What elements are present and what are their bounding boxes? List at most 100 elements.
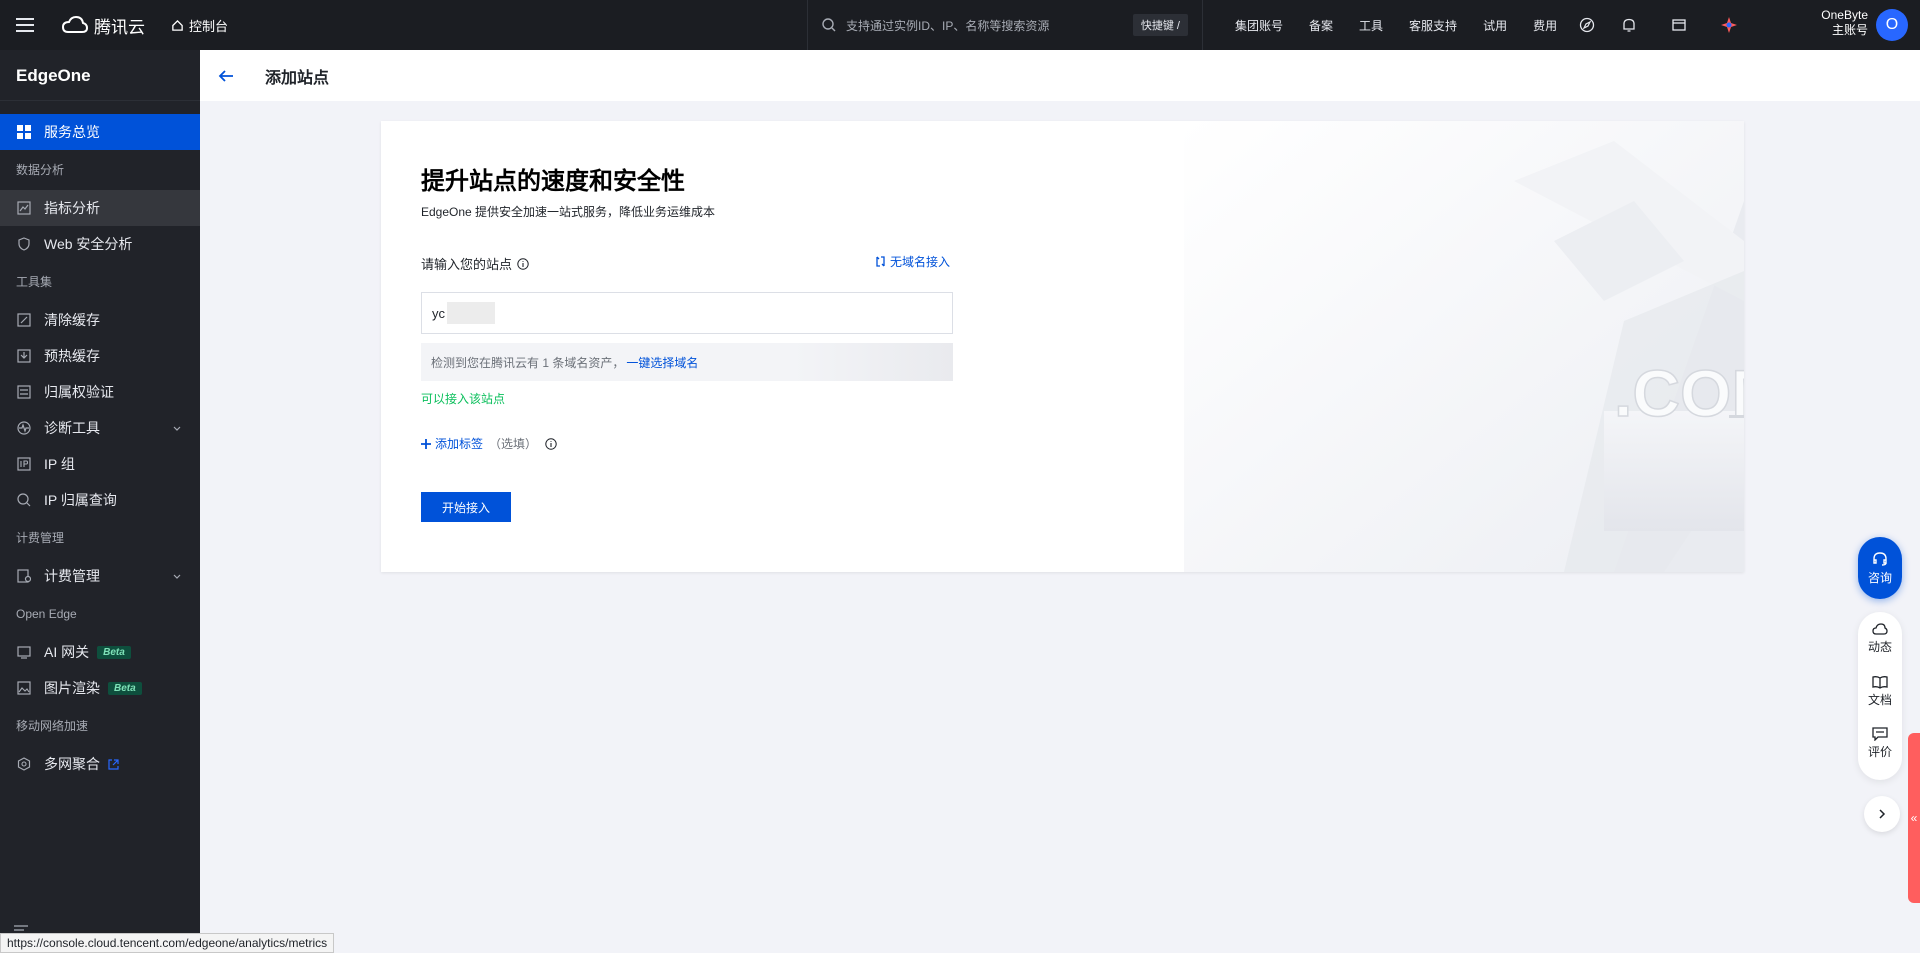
account-role: 主账号 [1831,23,1868,37]
sidebar-item-web-security[interactable]: Web 安全分析 [0,226,200,262]
sidebar-item-label: 归属权验证 [44,384,114,400]
nav-beian[interactable]: 备案 [1296,17,1346,34]
no-domain-label: 无域名接入 [890,255,951,269]
optional-label: （选填） [489,437,538,451]
consult-button[interactable]: 咨询 [1858,537,1902,599]
chart-icon [16,200,32,216]
chevron-down-icon [172,569,182,585]
shield-icon [16,236,32,252]
sidebar-item-multi-net[interactable]: 多网聚合 [0,746,200,782]
chevron-down-icon [172,421,182,437]
docs-label: 文档 [1867,692,1892,707]
add-tag-button[interactable]: 添加标签 [421,435,483,452]
global-search[interactable]: 支持通过实例ID、IP、名称等搜索资源 快捷键 / [807,0,1202,50]
news-label: 动态 [1867,640,1892,654]
add-tag-label: 添加标签 [435,437,484,451]
add-site-card: .COM 提升站点的速度和安全性 EdgeOne 提供安全加速一站式服务，降低业… [381,121,1744,572]
billing-icon [16,568,32,584]
ai-assistant-icon[interactable] [1704,16,1754,34]
sidebar-item-label: IP 组 [44,456,75,472]
domain-asset-hint: 检测到您在腾讯云有 1 条域名资产， 一键选择域名 [421,343,953,381]
feedback-icon [1872,727,1888,742]
purge-icon [16,312,32,328]
page-header: 添加站点 [200,50,1920,101]
sidebar-group-billing: 计费管理 [16,531,65,545]
nav-trial[interactable]: 试用 [1470,17,1520,34]
shortcut-badge: 快捷键 / [1132,14,1188,36]
sidebar-group-analysis: 数据分析 [16,163,65,177]
brand-name: 腾讯云 [94,17,145,37]
sidebar-item-label: 指标分析 [44,200,100,216]
site-input[interactable]: yc [421,292,953,334]
info-icon[interactable] [517,257,529,270]
sidebar-item-purge[interactable]: 清除缓存 [0,302,200,338]
sidebar-item-ip-lookup[interactable]: IP 归属查询 [0,482,200,518]
sidebar-item-overview[interactable]: 服务总览 [0,114,200,150]
cloud-icon [1872,622,1888,636]
download-icon [16,348,32,364]
news-button[interactable]: 动态 [1868,622,1892,675]
home-icon [172,19,183,31]
bell-icon[interactable] [1604,17,1654,33]
select-domain-link[interactable]: 一键选择域名 [626,354,698,371]
sidebar-item-image-render[interactable]: 图片渲染 Beta [0,670,200,706]
tag-row: 添加标签 （选填） [421,435,557,452]
pulse-icon [16,420,32,436]
nav-billing[interactable]: 费用 [1520,17,1570,34]
sidebar-item-prefetch[interactable]: 预热缓存 [0,338,200,374]
back-arrow-icon[interactable] [218,69,240,83]
sidebar-item-ip-group[interactable]: IP 组 [0,446,200,482]
console-link[interactable]: 控制台 [171,16,228,35]
nav-group-account[interactable]: 集团账号 [1203,17,1296,34]
decorative-illustration: .COM [1184,121,1744,572]
search-icon [16,492,32,508]
status-bar-url: https://console.cloud.tencent.com/edgeon… [0,933,335,953]
book-icon [1872,675,1888,689]
compass-icon[interactable] [1570,17,1604,33]
sidebar-item-billing[interactable]: 计费管理 [0,558,200,594]
avatar[interactable]: O [1876,9,1908,41]
tencent-cloud-logo[interactable]: 腾讯云 [62,13,145,38]
top-nav: 集团账号 备案 工具 客服支持 试用 费用 [1202,0,1754,50]
search-placeholder: 支持通过实例ID、IP、名称等搜索资源 [846,18,1050,33]
sidebar-item-label: IP 归属查询 [44,492,117,508]
sidebar-group-mobile: 移动网络加速 [16,719,89,733]
validation-success: 可以接入该站点 [421,392,506,406]
product-title: EdgeOne [0,50,200,101]
chevron-right-icon[interactable] [1864,796,1900,832]
switch-icon [875,256,886,267]
sidebar-item-label: 服务总览 [44,124,100,140]
nav-support[interactable]: 客服支持 [1396,17,1470,34]
nav-tools[interactable]: 工具 [1346,17,1396,34]
double-chevron-left-icon: « [1910,811,1918,825]
sidebar-item-label: 多网聚合 [44,756,100,772]
sidebar-item-label: 计费管理 [44,568,100,584]
redacted-mask [447,302,495,324]
sidebar-item-ai-gateway[interactable]: AI 网关 Beta [0,634,200,670]
grid-icon [16,124,32,140]
external-link-icon [108,758,119,770]
menu-icon[interactable] [0,0,50,50]
hint-text: 检测到您在腾讯云有 1 条域名资产， [431,355,625,370]
sidebar: EdgeOne 服务总览 数据分析 指标分析 Web 安全分析 工具集 清除缓存… [0,50,200,953]
account-info[interactable]: OneByte 主账号 [1808,8,1868,38]
sidebar-item-metrics[interactable]: 指标分析 [0,190,200,226]
console-label: 控制台 [189,18,229,34]
headset-icon [1872,551,1888,567]
hero-subtitle: EdgeOne 提供安全加速一站式服务，降低业务运维成本 [421,205,716,219]
invoice-icon[interactable] [1654,17,1704,33]
gateway-icon [16,644,32,660]
hexagon-icon [16,756,32,772]
beta-badge: Beta [97,645,131,659]
image-icon [16,680,32,696]
review-button[interactable]: 评价 [1868,727,1892,780]
site-field-label: 请输入您的站点 [421,254,529,273]
info-icon[interactable] [545,437,557,450]
plus-icon [421,438,431,449]
sidebar-item-diagnose[interactable]: 诊断工具 [0,410,200,446]
docs-button[interactable]: 文档 [1868,675,1892,728]
start-access-button[interactable]: 开始接入 [421,492,511,522]
sidebar-item-ownership[interactable]: 归属权验证 [0,374,200,410]
no-domain-access-link[interactable]: 无域名接入 [875,253,950,270]
expand-side-tab[interactable]: « [1908,733,1920,903]
